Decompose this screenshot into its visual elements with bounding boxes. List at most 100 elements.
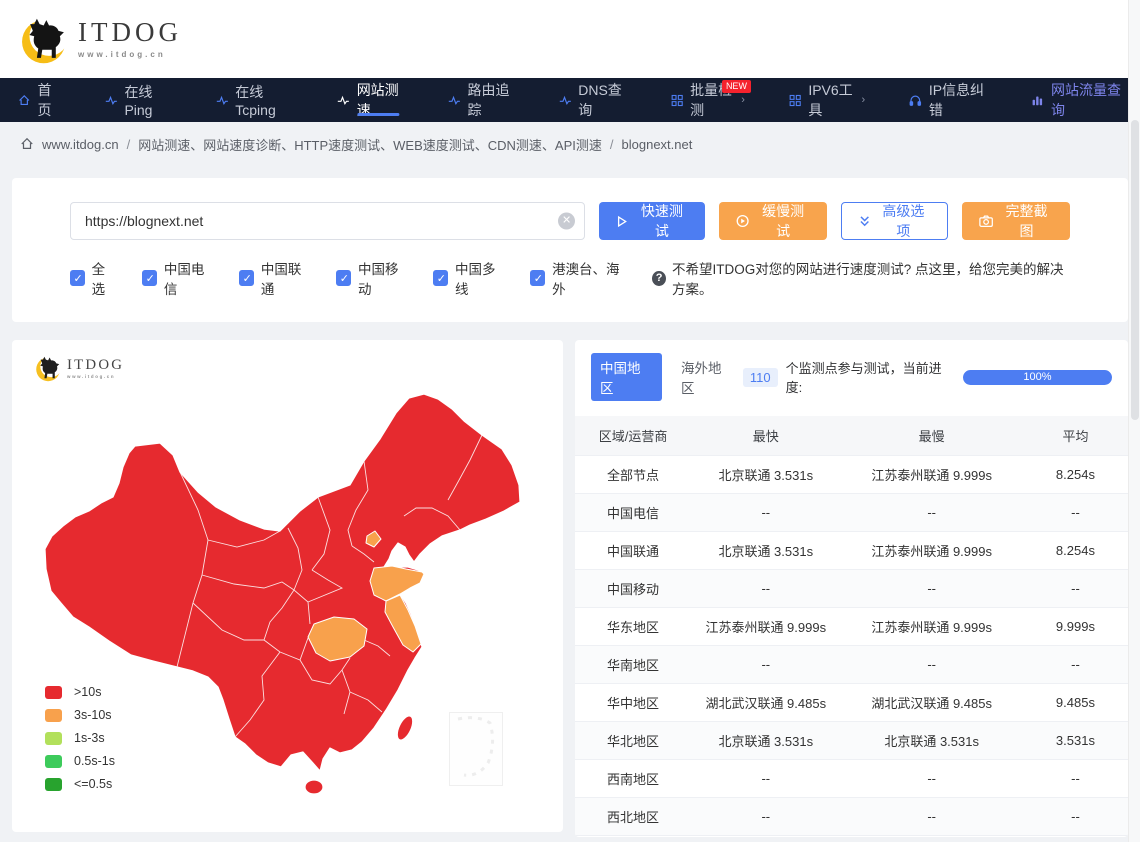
legend-item: >10s [45,685,115,699]
breadcrumb-home[interactable]: www.itdog.cn [42,137,119,152]
page-header: ITDOG www.itdog.cn [0,0,1140,78]
full-screenshot-label: 完整截图 [1000,201,1053,241]
table-row[interactable]: 西南地区------ [575,760,1128,798]
nav-label: IP信息纠错 [929,80,987,120]
speedtest-form-card: ✕ 快速测试 缓慢测试 高级选项 完整截图 全选 中国电信 中国联 [12,178,1128,322]
headphones-icon [909,93,922,108]
double-chevron-down-icon [859,215,870,228]
table-row[interactable]: 西北地区------ [575,798,1128,836]
pulse-icon [105,93,118,108]
checkbox-label: 中国联通 [261,258,310,298]
table-row[interactable]: 中国电信------ [575,494,1128,532]
nav-label: 网站测速 [357,80,404,120]
table-row[interactable]: 中国联通北京联通 3.531s江苏泰州联通 9.999s8.254s [575,532,1128,570]
legend-swatch-green [45,755,62,768]
checkbox-china-unicom[interactable]: 中国联通 [239,258,310,298]
advanced-options-button[interactable]: 高级选项 [841,202,948,240]
south-china-sea-inset [449,712,503,786]
main-nav: 首页 在线Ping 在线Tcping 网站测速 路由追踪 DNS查询 批量检测 … [0,78,1140,122]
nav-item-ipv6-tools[interactable]: IPV6工具 › [789,78,865,122]
checkbox-china-multiline[interactable]: 中国多线 [433,258,504,298]
breadcrumb-section[interactable]: 网站测速、网站速度诊断、HTTP速度测试、WEB速度测试、CDN测速、API测速 [138,135,602,154]
nav-item-dns-query[interactable]: DNS查询 [559,78,627,122]
nav-item-tcping[interactable]: 在线Tcping [216,78,293,122]
nav-item-home[interactable]: 首页 [18,78,61,122]
legend-item: 3s-10s [45,708,115,722]
pulse-icon [559,93,572,108]
taiwan-island [394,714,416,743]
checkbox-label: 港澳台、海外 [552,258,626,298]
itdog-logo[interactable]: ITDOG www.itdog.cn [18,12,182,66]
chevron-right-icon: › [741,94,745,106]
nav-label: IPV6工具 [808,80,856,120]
slow-test-button[interactable]: 缓慢测试 [719,202,826,240]
breadcrumb-current: blognext.net [622,137,693,152]
hainan-island [305,780,323,794]
table-header-row: 区域/运营商 最快 最慢 平均 [575,416,1128,456]
col-fastest: 最快 [691,416,840,456]
nav-label: 路由追踪 [467,80,514,120]
breadcrumb-separator: / [127,137,131,152]
page-scrollbar[interactable] [1128,0,1140,842]
checkbox-china-mobile[interactable]: 中国移动 [336,258,407,298]
opt-out-help-text: 不希望ITDOG对您的网站进行速度测试? 点这里，给您完美的解决方案。 [672,258,1070,298]
nav-label: 在线Ping [124,82,171,118]
nav-item-ping[interactable]: 在线Ping [105,78,172,122]
progress-bar: 100% [963,370,1112,385]
bar-chart-icon [1031,93,1044,108]
opt-out-help[interactable]: ? 不希望ITDOG对您的网站进行速度测试? 点这里，给您完美的解决方案。 [652,258,1070,298]
nav-item-ip-correction[interactable]: IP信息纠错 [909,78,987,122]
clear-input-icon[interactable]: ✕ [558,213,575,230]
table-row[interactable]: 华南地区------ [575,646,1128,684]
checkbox-select-all[interactable]: 全选 [70,258,116,298]
play-circle-icon [736,214,749,228]
checkbox-label: 中国移动 [358,258,407,298]
table-row[interactable]: 华中地区湖北武汉联通 9.485s湖北武汉联通 9.485s9.485s [575,684,1128,722]
legend-label: 0.5s-1s [74,754,115,768]
pulse-icon [337,93,350,108]
table-row[interactable]: 华北地区北京联通 3.531s北京联通 3.531s3.531s [575,722,1128,760]
checkbox-icon[interactable] [142,270,157,286]
legend-swatch-red [45,686,62,699]
brand-domain: www.itdog.cn [78,50,182,59]
checkbox-hmt-overseas[interactable]: 港澳台、海外 [530,258,626,298]
table-row[interactable]: 华东地区江苏泰州联通 9.999s江苏泰州联通 9.999s9.999s [575,608,1128,646]
checkbox-label: 全选 [92,258,116,298]
brand-domain: www.itdog.cn [67,374,124,379]
fast-test-button[interactable]: 快速测试 [599,202,705,240]
tab-china-region[interactable]: 中国地区 [591,353,662,401]
nav-label: 网站流量查询 [1051,80,1122,120]
table-row[interactable]: 东北地区------ [575,836,1128,838]
dog-logo-icon [18,12,72,66]
results-card: 中国地区 海外地区 110 个监测点参与测试，当前进度: 100% 区域/运营商… [575,340,1128,837]
grid-icon [789,93,801,108]
checkbox-icon[interactable] [433,270,448,286]
col-region-operator: 区域/运营商 [575,416,691,456]
nav-item-website-speedtest[interactable]: 网站测速 [337,78,404,122]
checkbox-icon[interactable] [336,270,351,286]
nav-label: 在线Tcping [235,82,293,118]
tab-overseas-region[interactable]: 海外地区 [672,353,743,401]
nav-item-batch-check[interactable]: 批量检测 › NEW [671,78,745,122]
nav-label: 首页 [38,80,61,120]
checkbox-label: 中国电信 [164,258,213,298]
legend-label: >10s [74,685,101,699]
scrollbar-thumb[interactable] [1131,120,1139,420]
legend-swatch-orange [45,709,62,722]
table-row[interactable]: 中国移动------ [575,570,1128,608]
full-screenshot-button[interactable]: 完整截图 [962,202,1070,240]
camera-icon [979,214,993,228]
play-icon [616,215,628,228]
checkbox-china-telecom[interactable]: 中国电信 [142,258,213,298]
new-badge: NEW [722,80,751,93]
breadcrumb: www.itdog.cn / 网站测速、网站速度诊断、HTTP速度测试、WEB速… [0,122,1140,166]
checkbox-icon[interactable] [70,270,85,286]
checkbox-icon[interactable] [239,270,254,286]
question-icon: ? [652,271,666,286]
legend-swatch-lightgreen [45,732,62,745]
url-input[interactable] [70,202,585,240]
table-row[interactable]: 全部节点北京联通 3.531s江苏泰州联通 9.999s8.254s [575,456,1128,494]
nav-item-traffic-query[interactable]: 网站流量查询 [1031,78,1122,122]
nav-item-traceroute[interactable]: 路由追踪 [448,78,515,122]
checkbox-icon[interactable] [530,270,545,286]
